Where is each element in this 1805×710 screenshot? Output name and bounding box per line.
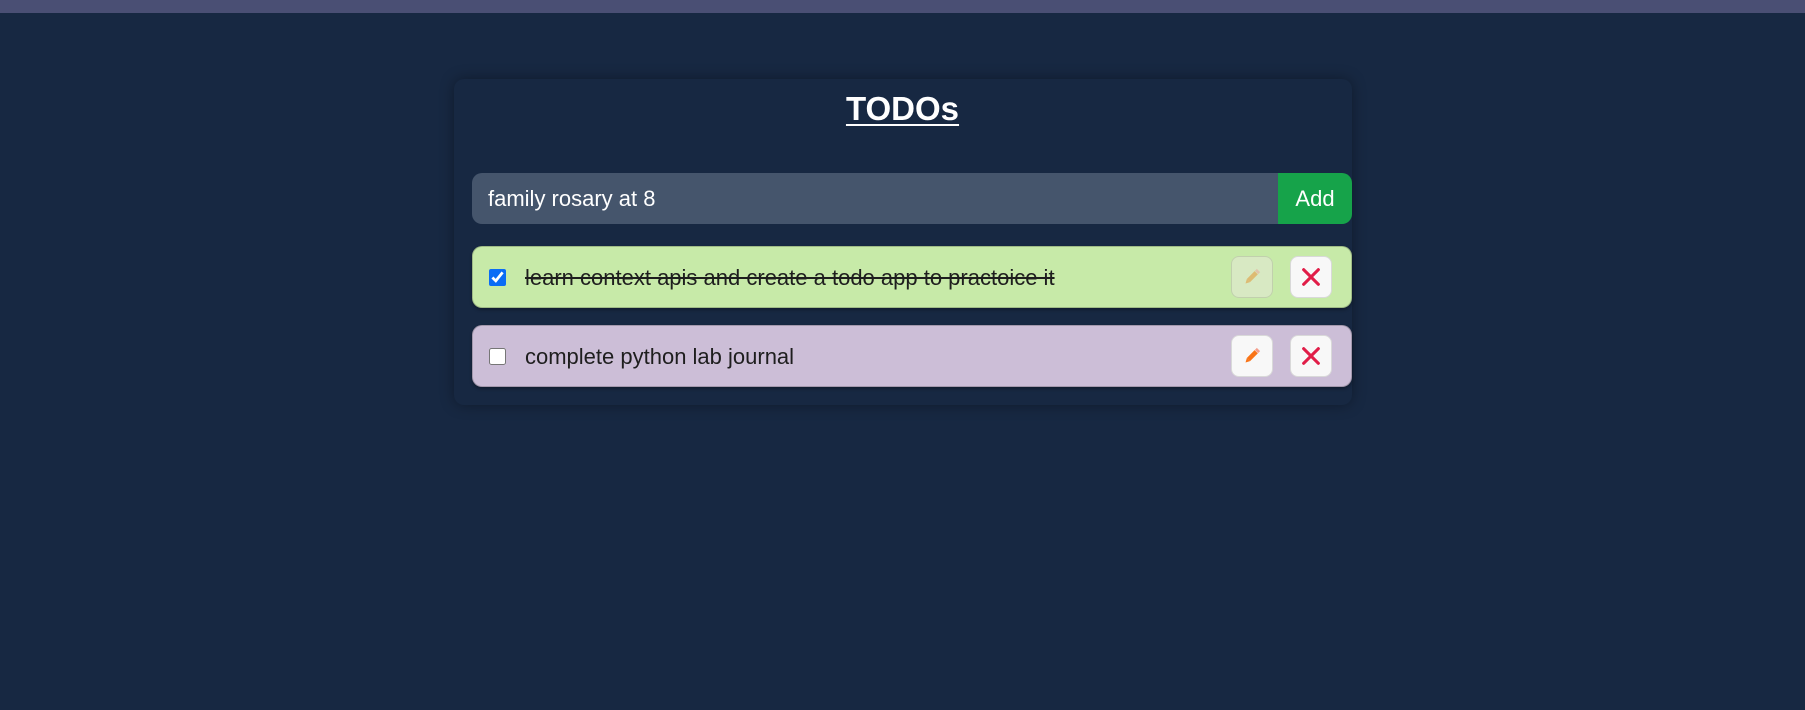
todo-checkbox[interactable]	[489, 348, 506, 365]
todo-item: learn context apis and create a todo app…	[472, 246, 1352, 308]
pencil-icon	[1245, 347, 1261, 363]
todo-text: complete python lab journal	[525, 344, 795, 369]
edit-button[interactable]	[1231, 256, 1273, 298]
edit-button[interactable]	[1231, 335, 1273, 377]
todo-input[interactable]	[472, 173, 1278, 224]
delete-button[interactable]	[1290, 335, 1332, 377]
close-icon	[1302, 268, 1320, 286]
pencil-icon	[1245, 268, 1261, 284]
add-button[interactable]: Add	[1278, 173, 1352, 224]
page-title: TODOs	[845, 90, 960, 127]
close-icon	[1302, 347, 1320, 365]
add-todo-form: Add	[472, 173, 1352, 224]
todo-text: learn context apis and create a todo app…	[525, 265, 1055, 290]
todo-item: complete python lab journal	[472, 325, 1352, 387]
todo-checkbox[interactable]	[489, 269, 506, 286]
delete-button[interactable]	[1290, 256, 1332, 298]
top-strip	[0, 0, 1805, 13]
